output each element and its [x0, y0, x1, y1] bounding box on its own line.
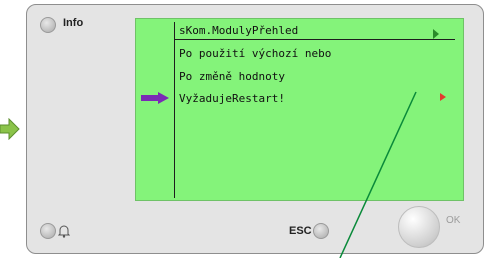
esc-label: ESC — [289, 225, 312, 237]
lcd-header: sKom.ModulyPřehled — [175, 22, 455, 40]
lcd-divider — [174, 22, 175, 198]
side-arrow-icon — [0, 118, 20, 140]
lcd-line-1: Po použití výchozí nebo — [179, 47, 332, 60]
info-led-icon — [40, 17, 56, 33]
enter-arrow-icon — [433, 29, 439, 39]
ok-label: OK — [446, 215, 461, 226]
info-label: Info — [63, 17, 84, 29]
lcd-line-2: Po změně hodnoty — [179, 70, 285, 83]
alarm-led-icon — [40, 223, 56, 239]
ok-knob-button[interactable] — [398, 206, 440, 248]
bell-icon — [58, 225, 70, 238]
pointer-arrow-icon — [141, 92, 169, 104]
marker-icon — [440, 93, 446, 101]
esc-button[interactable] — [313, 223, 329, 239]
lcd-line-3: VyžadujeRestart! — [179, 92, 285, 105]
lcd-screen: sKom.ModulyPřehled Po použití výchozí ne… — [135, 18, 464, 201]
lcd-header-text: sKom.ModulyPřehled — [179, 24, 299, 37]
